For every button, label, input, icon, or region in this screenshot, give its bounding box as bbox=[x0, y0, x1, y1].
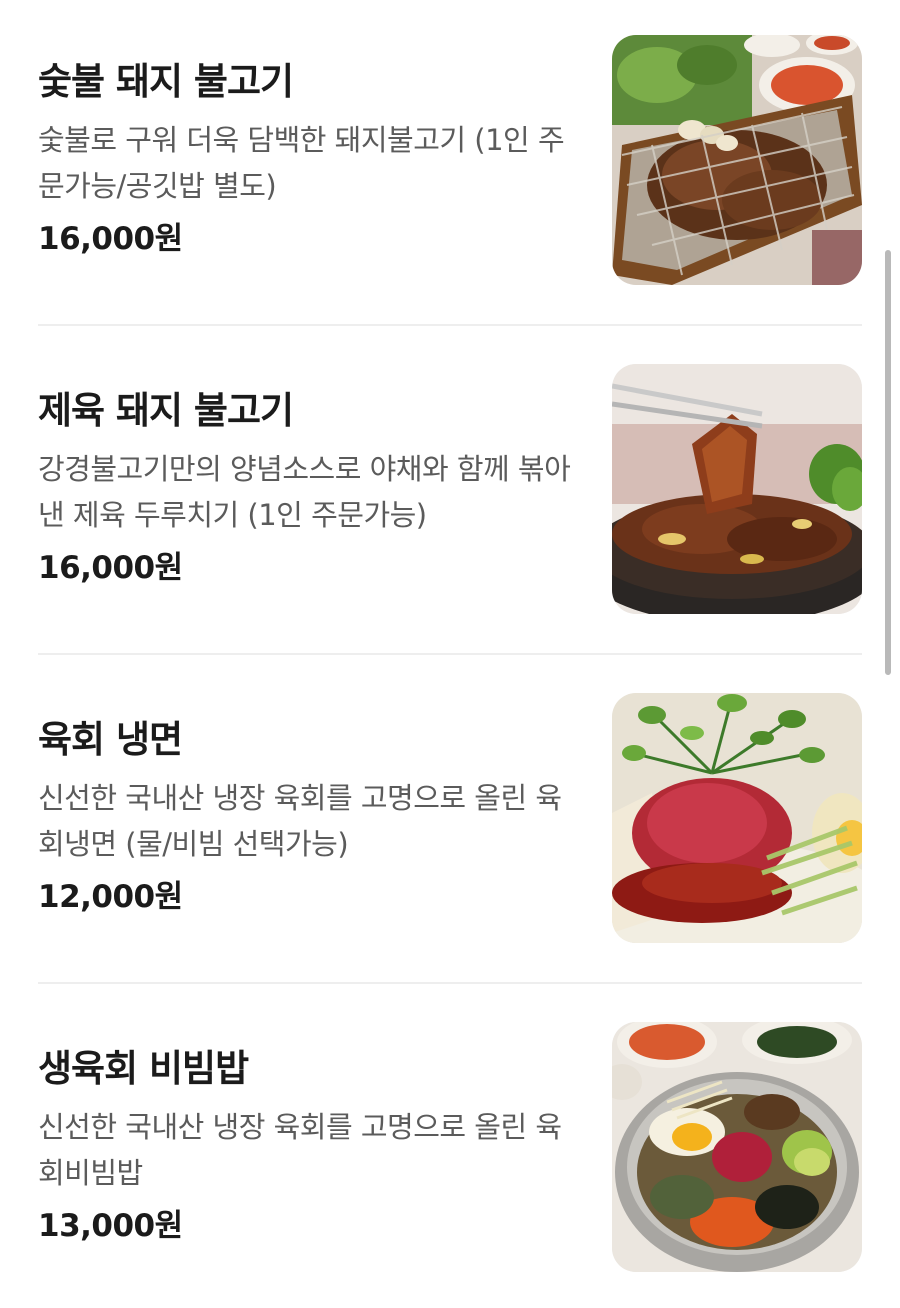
menu-item-description: 신선한 국내산 냉장 육회를 고명으로 올린 육회비빔밥 bbox=[38, 1110, 562, 1190]
spicy-pork-stirfry-image bbox=[612, 364, 862, 614]
yukhoe-bibimbap-image bbox=[612, 1022, 862, 1272]
menu-item-price: 13,000원 bbox=[38, 1208, 183, 1244]
menu-item-name: 제육 돼지 불고기 bbox=[38, 389, 294, 432]
menu-item-name: 육회 냉면 bbox=[38, 718, 183, 761]
grilled-pork-bulgogi-photo[interactable] bbox=[612, 35, 862, 285]
menu-item[interactable]: 생육회 비빔밥 신선한 국내산 냉장 육회를 고명으로 올린 육회비빔밥 13,… bbox=[38, 1022, 862, 1272]
menu-item-price: 12,000원 bbox=[38, 879, 183, 915]
menu-item-price: 16,000원 bbox=[38, 221, 183, 257]
menu-item[interactable]: 제육 돼지 불고기 강경불고기만의 양념소스로 야채와 함께 볶아낸 제육 두루… bbox=[38, 364, 862, 614]
menu-item-name: 생육회 비빔밥 bbox=[38, 1047, 249, 1090]
divider bbox=[38, 324, 862, 326]
menu-item-text: 제육 돼지 불고기 강경불고기만의 양념소스로 야채와 함께 볶아낸 제육 두루… bbox=[38, 388, 578, 590]
yukhoe-naengmyeon-image bbox=[612, 693, 862, 943]
menu-item-description: 강경불고기만의 양념소스로 야채와 함께 볶아낸 제육 두루치기 (1인 주문가… bbox=[38, 452, 571, 532]
menu-item-price: 16,000원 bbox=[38, 550, 183, 586]
scrollbar[interactable] bbox=[885, 250, 891, 675]
spicy-pork-stirfry-photo[interactable] bbox=[612, 364, 862, 614]
divider bbox=[38, 653, 862, 655]
menu-item-description: 숯불로 구워 더욱 담백한 돼지불고기 (1인 주문가능/공깃밥 별도) bbox=[38, 123, 565, 203]
divider bbox=[38, 982, 862, 984]
menu-item-name: 숯불 돼지 불고기 bbox=[38, 60, 294, 103]
grilled-pork-bulgogi-image bbox=[612, 35, 862, 285]
yukhoe-bibimbap-photo[interactable] bbox=[612, 1022, 862, 1272]
menu-item-description: 신선한 국내산 냉장 육회를 고명으로 올린 육회냉면 (물/비빔 선택가능) bbox=[38, 781, 562, 861]
yukhoe-naengmyeon-photo[interactable] bbox=[612, 693, 862, 943]
menu-item-text: 육회 냉면 신선한 국내산 냉장 육회를 고명으로 올린 육회냉면 (물/비빔 … bbox=[38, 717, 578, 919]
menu-item[interactable]: 육회 냉면 신선한 국내산 냉장 육회를 고명으로 올린 육회냉면 (물/비빔 … bbox=[38, 693, 862, 943]
menu-item[interactable]: 숯불 돼지 불고기 숯불로 구워 더욱 담백한 돼지불고기 (1인 주문가능/공… bbox=[38, 35, 862, 285]
menu-item-text: 생육회 비빔밥 신선한 국내산 냉장 육회를 고명으로 올린 육회비빔밥 13,… bbox=[38, 1046, 578, 1248]
menu-item-text: 숯불 돼지 불고기 숯불로 구워 더욱 담백한 돼지불고기 (1인 주문가능/공… bbox=[38, 59, 578, 261]
